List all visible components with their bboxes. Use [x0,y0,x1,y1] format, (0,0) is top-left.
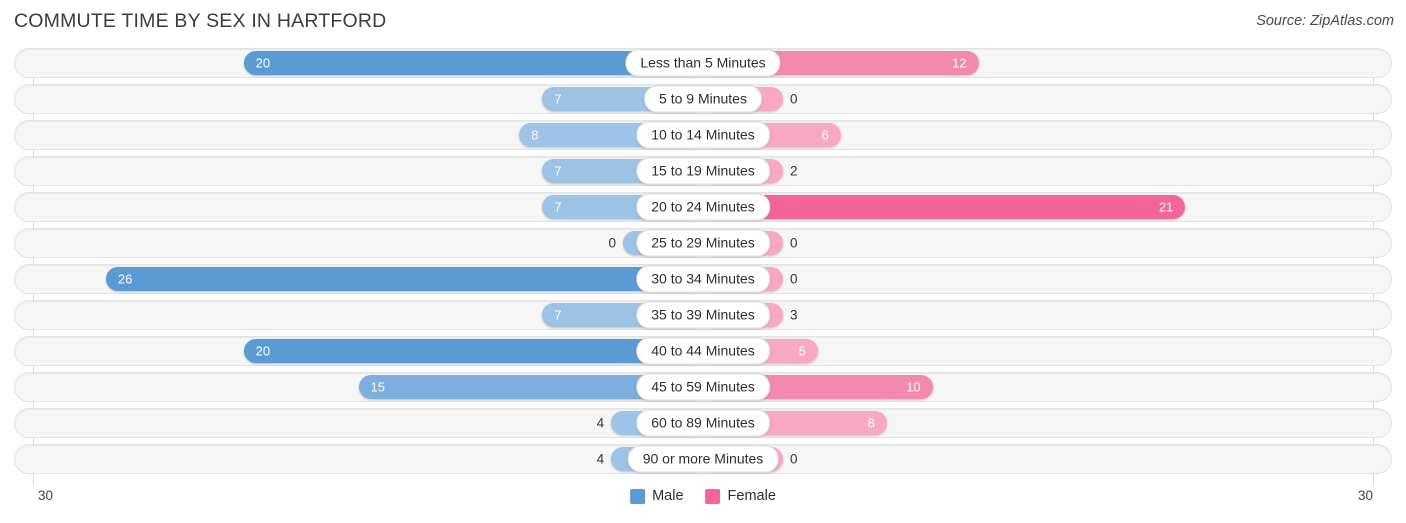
chart-row: 20 12 Less than 5 Minutes [14,48,1392,78]
category-label: 60 to 89 Minutes [636,409,770,437]
chart-row: 8 6 10 to 14 Minutes [14,120,1392,150]
bar-value-female: 6 [821,127,829,143]
legend-label: Female [727,488,776,504]
chart-row: 4 0 90 or more Minutes [14,444,1392,474]
bar-value-male: 26 [117,271,133,287]
bar-value-male: 7 [554,91,562,107]
bar-value-female: 3 [790,307,798,323]
chart-legend: Male Female [630,488,776,504]
legend-swatch-icon [630,488,646,504]
axis-label-left: 30 [38,488,54,503]
category-label: 10 to 14 Minutes [636,121,770,149]
bar-value-female: 0 [790,91,798,107]
bar-value-female: 2 [790,163,798,179]
bar-value-male: 7 [554,199,562,215]
bar-value-male: 7 [554,163,562,179]
bar-value-male: 20 [255,55,271,71]
chart-row: 15 10 45 to 59 Minutes [14,372,1392,402]
axis-label-right: 30 [1357,488,1373,503]
chart-rows: 20 12 Less than 5 Minutes 7 0 5 to 9 Minutes 8… [0,48,1406,480]
chart-row: 7 2 15 to 19 Minutes [14,156,1392,186]
chart-row: 26 0 30 to 34 Minutes [14,264,1392,294]
bar-value-male: 4 [596,451,605,467]
bar-male[interactable]: 26 [105,267,703,291]
chart-row: 7 21 20 to 24 Minutes [14,192,1392,222]
category-label: 45 to 59 Minutes [636,373,770,401]
category-label: 90 or more Minutes [627,445,779,473]
legend-label: Male [652,488,684,504]
bar-value-male: 0 [608,235,616,251]
bar-value-male: 20 [255,343,271,359]
bar-value-male: 15 [370,379,385,395]
category-label: 25 to 29 Minutes [636,229,770,257]
legend-item[interactable]: Female [705,488,776,504]
bar-value-male: 7 [554,307,562,323]
category-label: 30 to 34 Minutes [636,265,770,293]
bar-female[interactable]: 21 [703,195,1186,219]
bar-value-female: 0 [790,271,798,287]
bar-value-female: 21 [1158,199,1174,215]
category-label: 20 to 24 Minutes [636,193,770,221]
legend-item[interactable]: Male [630,488,684,504]
legend-swatch-icon [705,488,721,504]
chart-row: 20 5 40 to 44 Minutes [14,336,1392,366]
bar-value-male: 8 [531,127,539,143]
category-label: 5 to 9 Minutes [644,85,762,113]
bar-value-female: 12 [952,55,967,71]
chart-plot-area: 20 12 Less than 5 Minutes 7 0 5 to 9 Minutes 8… [0,48,1406,485]
category-label: Less than 5 Minutes [625,49,781,77]
bar-value-female: 8 [867,415,875,431]
category-label: 35 to 39 Minutes [636,301,770,329]
bar-male[interactable]: 20 [243,339,703,363]
chart-footer: 30 30 Male Female [0,485,1406,523]
chart-row: 4 8 60 to 89 Minutes [14,408,1392,438]
source-attribution: Source: ZipAtlas.com [1256,13,1394,29]
bar-value-female: 0 [790,451,798,467]
bar-value-male: 4 [596,415,605,431]
category-label: 40 to 44 Minutes [636,337,770,365]
bar-value-female: 0 [790,235,798,251]
bar-value-female: 10 [906,379,921,395]
chart-row: 0 0 25 to 29 Minutes [14,228,1392,258]
chart-row: 7 3 35 to 39 Minutes [14,300,1392,330]
category-label: 15 to 19 Minutes [636,157,770,185]
page-title: COMMUTE TIME BY SEX IN HARTFORD [14,10,387,32]
bar-value-female: 5 [798,343,806,359]
chart-row: 7 0 5 to 9 Minutes [14,84,1392,114]
chart-header: COMMUTE TIME BY SEX IN HARTFORD Source: … [0,0,1406,46]
